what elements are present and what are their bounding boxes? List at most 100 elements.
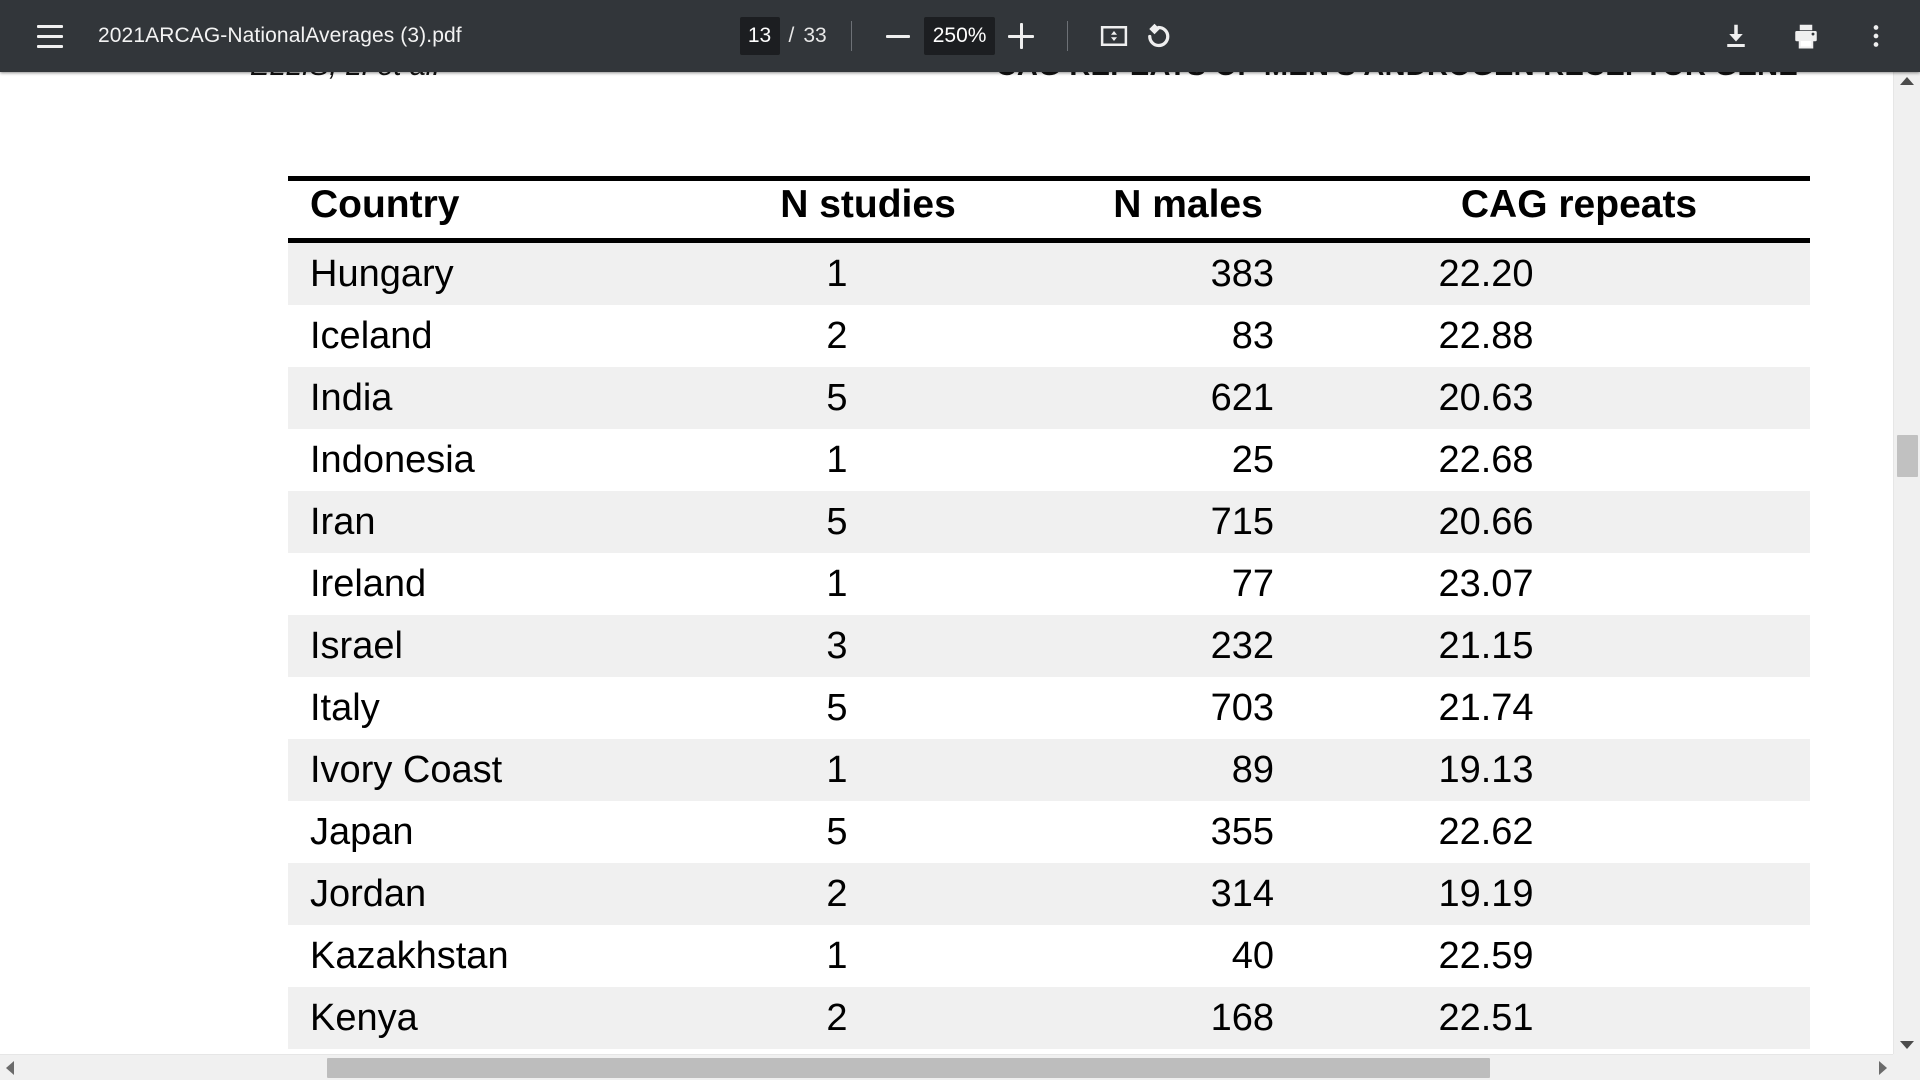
vertical-scrollbar-thumb[interactable] [1897,435,1918,477]
cell-n-males: 715 [1028,490,1348,553]
plus-icon [1008,23,1035,49]
table-row: Ivory Coast 1 89 19.13 [288,738,1810,801]
cell-n-studies: 3 [708,614,1028,677]
cell-n-studies: 2 [708,862,1028,925]
cell-n-studies: 1 [708,240,1028,305]
table-row: India 5 621 20.63 [288,366,1810,429]
cell-cag-repeats: 22.88 [1438,314,1534,357]
total-pages-label: 33 [803,24,827,47]
running-head: ELLIS, L. et al. CAG REPEATS OF MEN'S AN… [0,72,1810,90]
cell-n-studies: 1 [708,738,1028,801]
cell-cag-repeats: 22.59 [1438,934,1534,977]
download-button[interactable] [1714,14,1758,58]
table-body: Hungary 1 383 22.20 Iceland 2 83 22.88 India 5 621… [288,240,1810,1080]
table-row: Kazakhstan 1 40 22.59 [288,925,1810,987]
scroll-down-arrow-icon[interactable] [1900,1041,1914,1049]
rotate-counterclockwise-icon [1148,23,1170,48]
zoom-level-input[interactable]: 250% [923,17,996,55]
rotate-counterclockwise-button[interactable] [1136,14,1180,58]
cell-n-males: 703 [1210,686,1274,729]
table-row: Hungary 1 383 22.20 [288,240,1810,305]
cell-n-males: 89 [1028,738,1348,801]
cell-n-males: 314 [1028,862,1348,925]
cell-n-studies: 5 [708,366,1028,429]
table-row: Israel 3 232 21.15 [288,614,1810,677]
running-head-right: CAG REPEATS OF MEN'S ANDROGEN RECEPTOR G… [996,72,1798,83]
cell-cag-repeats: 21.74 [1438,686,1534,729]
cell-country: India [288,366,708,429]
pdf-viewer-area[interactable]: ELLIS, L. et al. CAG REPEATS OF MEN'S AN… [0,72,1920,1080]
scroll-up-arrow-icon[interactable] [1900,77,1914,85]
toolbar-divider [1067,21,1069,51]
cell-n-males: 168 [1028,986,1348,1049]
document-title: 2021ARCAG-NationalAverages (3).pdf [98,24,462,47]
cell-n-studies: 2 [708,986,1028,1049]
cell-cag-repeats: 20.66 [1348,490,1810,553]
table-row: Jordan 2 314 19.19 [288,862,1810,925]
cell-country: Italy [310,686,380,729]
cell-country: Hungary [288,240,708,305]
cell-country: Iceland [310,314,433,357]
cell-country: Japan [310,810,414,853]
cell-n-studies: 1 [826,562,848,605]
cell-cag-repeats: 20.63 [1348,366,1810,429]
cell-n-males: 355 [1210,810,1274,853]
cell-country: Jordan [288,862,708,925]
cell-cag-repeats: 23.07 [1438,562,1534,605]
cell-cag-repeats: 22.68 [1438,438,1534,481]
pdf-toolbar: 2021ARCAG-NationalAverages (3).pdf 13 / … [0,0,1920,72]
cell-country: Indonesia [310,438,475,481]
table-row: Iran 5 715 20.66 [288,490,1810,553]
table-header-row: Country N studies N males CAG repeats [288,176,1810,243]
fit-to-page-button[interactable] [1092,14,1136,58]
cell-country: Iran [288,490,708,553]
cell-cag-repeats: 22.62 [1438,810,1534,853]
more-options-kebab-icon [1873,25,1879,47]
cell-country: Kazakhstan [310,934,509,977]
cell-cag-repeats: 21.15 [1348,614,1810,677]
page-number-input[interactable]: 13 [739,17,780,55]
scroll-right-arrow-icon[interactable] [1879,1060,1887,1075]
cell-country: Israel [288,614,708,677]
cell-n-males: 621 [1028,366,1348,429]
hamburger-bar [37,44,63,48]
fit-to-page-icon [1101,26,1128,46]
table-row: Indonesia 1 25 22.68 [288,429,1810,491]
horizontal-scrollbar-thumb[interactable] [327,1058,1490,1078]
print-button[interactable] [1784,14,1828,58]
table-row: Iceland 2 83 22.88 [288,305,1810,367]
cell-n-males: 383 [1028,240,1348,305]
cell-n-studies: 5 [708,490,1028,553]
cell-n-males: 25 [1231,438,1274,481]
running-head-left: ELLIS, L. et al. [250,72,440,83]
cell-cag-repeats: 19.13 [1348,738,1810,801]
column-header-n-studies: N studies [708,176,1028,243]
vertical-scrollbar[interactable] [1893,72,1920,1054]
table-row: Japan 5 355 22.62 [288,801,1810,863]
horizontal-scrollbar[interactable] [0,1054,1893,1080]
cell-country: Ivory Coast [288,738,708,801]
toolbar-left-group: 2021ARCAG-NationalAverages (3).pdf [0,12,462,60]
print-icon [1795,24,1817,49]
hamburger-menu-icon[interactable] [26,12,74,60]
cell-n-studies: 5 [826,810,848,853]
minus-icon [885,34,910,38]
zoom-in-button[interactable] [999,14,1043,58]
scrollbar-corner [1893,1054,1920,1080]
column-header-n-males: N males [1028,176,1348,243]
zoom-out-button[interactable] [876,14,920,58]
toolbar-divider [850,21,852,51]
more-options-button[interactable] [1854,14,1898,58]
cell-n-males: 40 [1231,934,1274,977]
table-row: Italy 5 703 21.74 [288,677,1810,739]
cell-cag-repeats: 19.19 [1348,862,1810,925]
scroll-left-arrow-icon[interactable] [6,1060,14,1075]
hamburger-bar [37,34,63,38]
column-header-cag-repeats: CAG repeats [1348,176,1810,243]
cell-n-studies: 2 [826,314,848,357]
toolbar-right-group [1714,14,1920,58]
cell-n-studies: 1 [826,934,848,977]
cell-country: Kenya [288,986,708,1049]
page-separator: / [788,24,795,47]
table-row: Kenya 2 168 22.51 [288,986,1810,1049]
